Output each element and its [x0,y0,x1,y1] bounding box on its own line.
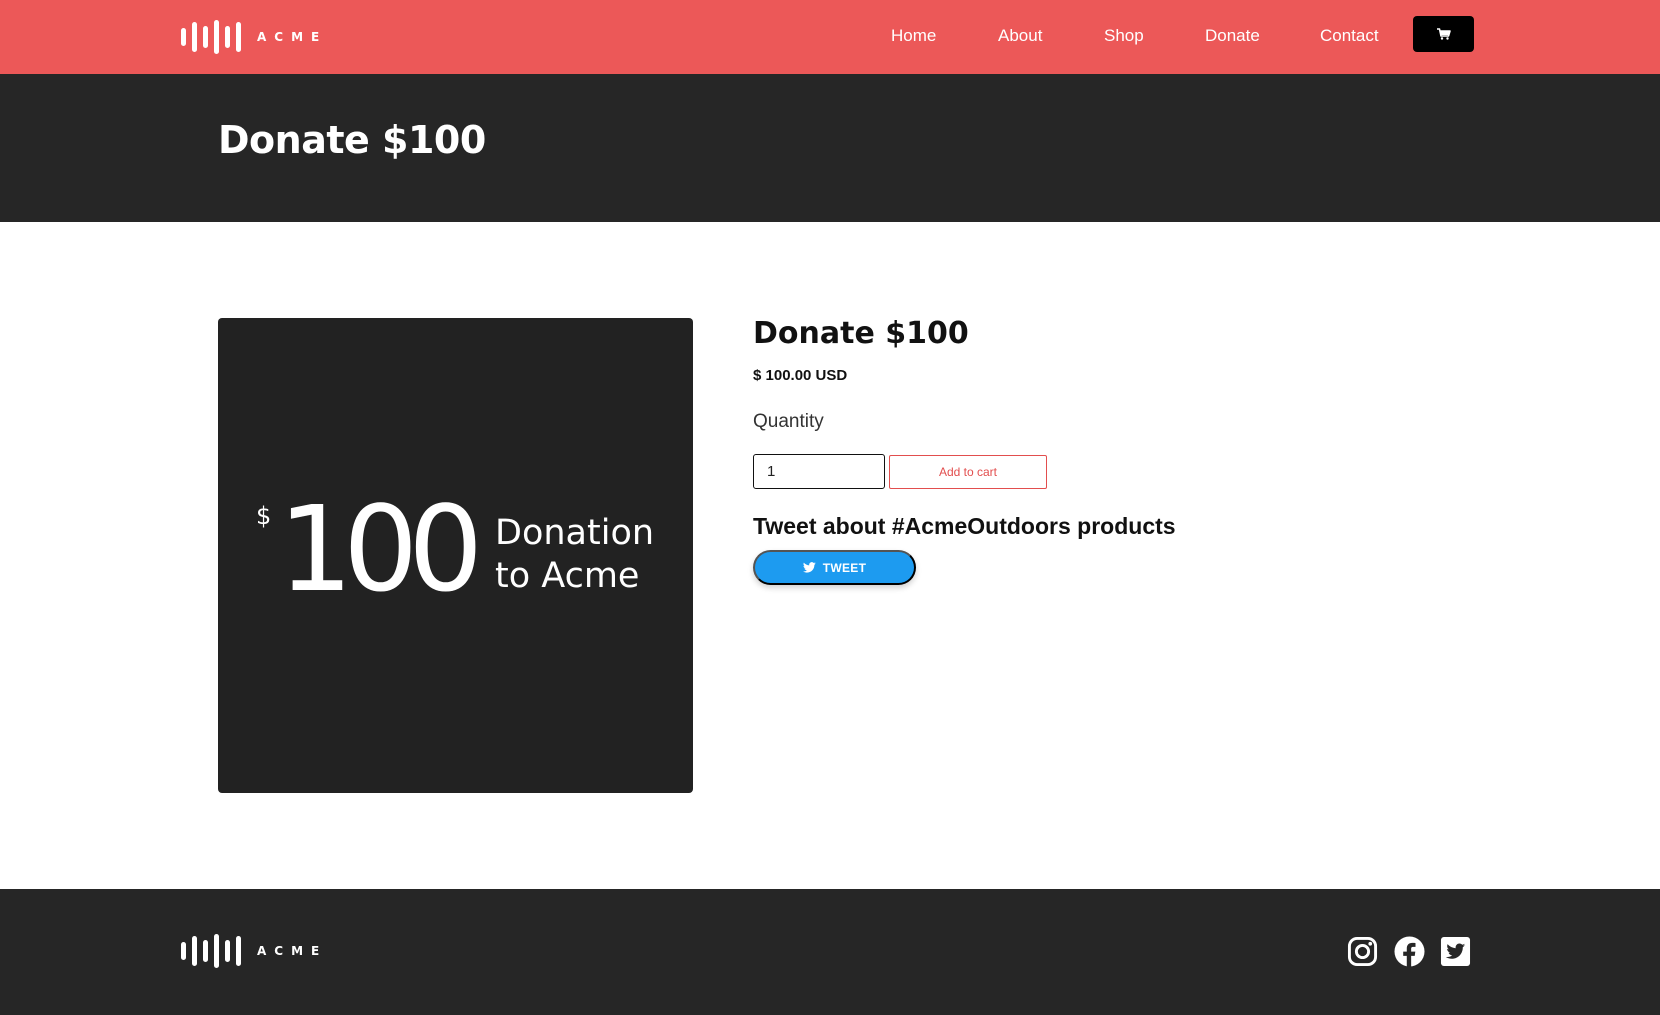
nav-link-contact[interactable]: Contact [1320,26,1379,46]
footer-acme-logo[interactable]: ACME [181,934,327,968]
product-price: $ 100.00 USD [753,367,848,384]
facebook-icon [1393,935,1425,967]
cart-button[interactable] [1413,16,1474,52]
product-title: Donate $100 [753,316,969,351]
logo-wordmark: ACME [257,30,328,44]
instagram-icon [1347,936,1377,966]
site-footer: ACME [0,889,1660,1015]
nav-link-donate[interactable]: Donate [1205,26,1260,46]
image-caption-line2: to Acme [495,556,640,596]
tweet-button-label: TWEET [822,560,867,575]
tweet-button[interactable]: TWEET [753,550,916,585]
quantity-input[interactable] [753,454,885,489]
twitter-link[interactable] [1439,935,1471,967]
nav-link-about[interactable]: About [998,26,1042,46]
quantity-label: Quantity [753,411,824,432]
logo-wordmark: ACME [257,944,328,958]
image-currency-symbol: $ [256,502,272,530]
twitter-icon [1440,936,1470,966]
nav-link-home[interactable]: Home [891,26,936,46]
instagram-link[interactable] [1346,935,1378,967]
acme-logo[interactable]: ACME [181,20,327,54]
twitter-bird-icon [802,562,816,573]
logo-mark-icon [181,934,241,968]
shopping-cart-icon [1436,28,1451,40]
tweet-heading: Tweet about #AcmeOutdoors products [753,513,1176,539]
image-caption-line1: Donation [495,513,655,553]
top-navigation-bar: ACME Home About Shop Donate Contact [0,0,1660,74]
add-to-cart-button[interactable]: Add to cart [889,455,1047,489]
product-image: $ 100 Donation to Acme [218,318,693,793]
page-title: Donate $100 [218,118,486,162]
image-amount: 100 [278,480,483,618]
page-hero: Donate $100 [0,74,1660,222]
logo-mark-icon [181,20,241,54]
nav-link-shop[interactable]: Shop [1104,26,1144,46]
facebook-link[interactable] [1393,935,1425,967]
